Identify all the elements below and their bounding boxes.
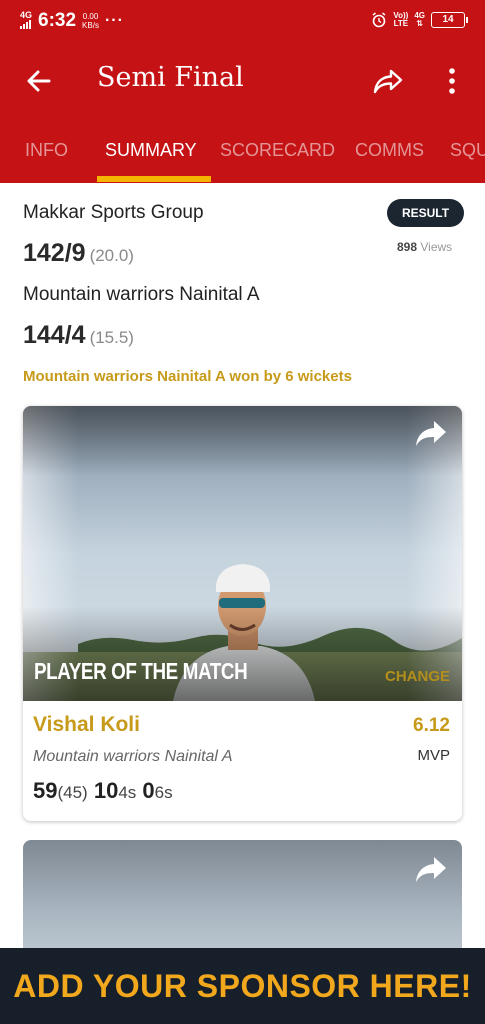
player-balls: (45) [57,783,88,802]
volte-indicator: Vo)) LTE [393,11,409,28]
player-sixes: 0 [142,778,155,803]
fours-label: 4s [118,783,137,802]
tab-comms[interactable]: COMMS [355,140,424,161]
player-of-match-heading: PLAYER OF THE MATCH [34,658,248,684]
player-team: Mountain warriors Nainital A [33,748,233,765]
tab-bar: INFO SUMMARY SCORECARD COMMS SQU [0,120,485,183]
page-title: Semi Final [97,62,244,93]
sponsor-text: ADD YOUR SPONSOR HERE! [13,968,472,1004]
team1-runs: 142/9 [23,239,86,267]
arrow-left-icon[interactable] [24,66,54,96]
player-fours: 10 [93,778,119,803]
app-bar: Semi Final [0,44,485,120]
change-button[interactable]: CHANGE [385,668,450,685]
share-icon[interactable] [414,854,448,884]
status-bar: 4G 6:32 0.00 KB/s ··· Vo)) LTE 4G ⇅ 14 [0,0,485,44]
match-result: Mountain warriors Nainital A won by 6 wi… [23,368,352,385]
tab-squads[interactable]: SQU [450,140,485,161]
active-tab-indicator [97,176,211,182]
team2-runs: 144/4 [23,321,86,349]
tab-summary[interactable]: SUMMARY [105,140,197,161]
team2-name: Mountain warriors Nainital A [23,284,260,305]
alarm-icon [372,12,386,28]
network-indicator-2: 4G ⇅ [414,11,425,28]
clock: 6:32 [38,10,77,31]
share-icon[interactable] [414,418,448,448]
signal-icon [20,20,31,29]
sixes-label: 6s [154,783,173,802]
mvp-value: 6.12 [413,715,450,736]
result-badge: RESULT [387,199,464,227]
network-indicator: 4G [20,11,32,31]
player-name[interactable]: Vishal Koli [33,713,140,737]
player-of-match-card[interactable]: PLAYER OF THE MATCH CHANGE Vishal Koli 6… [23,406,462,821]
team1-overs: (20.0) [89,246,134,265]
tab-info[interactable]: INFO [25,140,68,161]
mvp-label: MVP [417,747,450,764]
player-runs: 59 [33,778,58,803]
second-card[interactable] [23,840,462,960]
tab-scorecard[interactable]: SCORECARD [220,140,335,161]
team1-name: Makkar Sports Group [23,202,204,223]
share-icon[interactable] [372,66,404,96]
network-speed: 0.00 KB/s [82,12,99,30]
views-count: 898 Views [397,240,453,254]
notification-more: ··· [104,12,124,29]
player-stats: 59(45) 104s 06s [33,778,173,804]
team1-score: 142/9 (20.0) [23,239,134,268]
player-photo-image [23,406,462,701]
sponsor-banner[interactable]: ADD YOUR SPONSOR HERE! [0,948,485,1024]
player-photo: PLAYER OF THE MATCH CHANGE [23,406,462,701]
team2-overs: (15.5) [89,328,134,347]
battery-indicator: 14 [431,12,468,28]
more-vertical-icon[interactable] [444,66,460,96]
team2-score: 144/4 (15.5) [23,321,134,350]
